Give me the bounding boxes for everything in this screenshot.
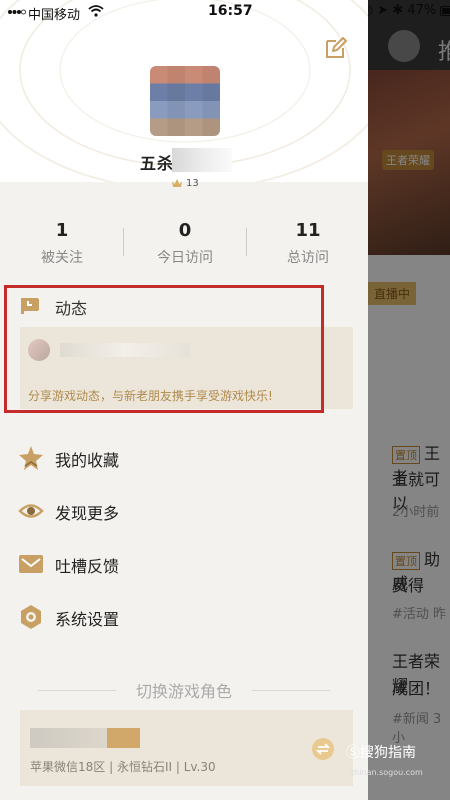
stat-label: 今日访问 [157, 250, 213, 266]
watermark: Ⓢ搜狗指南 [346, 742, 450, 766]
side-drawer: 中国移动 16:57 五杀 13 1 被关注 0 今日访问 11 总访问 动态 … [0, 0, 368, 800]
stat-value: 1 [55, 220, 69, 241]
watermark-text: 搜狗指南 [360, 745, 416, 761]
star-icon [19, 446, 43, 470]
clock-time: 16:57 [208, 3, 253, 19]
role-name-blur [30, 728, 140, 748]
level-number: 13 [186, 178, 199, 189]
stat-value: 0 [178, 220, 192, 241]
stat-followers[interactable]: 1 被关注 [12, 220, 112, 267]
menu-label: 系统设置 [55, 610, 120, 629]
carrier-name: 中国移动 [28, 8, 81, 23]
divider-right [252, 690, 330, 691]
menu-label: 吐槽反馈 [55, 557, 120, 576]
stat-divider [246, 228, 247, 256]
settings-icon [21, 605, 41, 629]
stat-divider [123, 228, 124, 256]
role-card[interactable]: 苹果微信18区 | 永恒钻石II | Lv.30 [20, 710, 353, 786]
swap-arrows-icon [315, 743, 331, 755]
avatar[interactable] [150, 66, 220, 136]
status-bar: 中国移动 16:57 [0, 0, 368, 24]
switch-icon[interactable] [312, 738, 334, 760]
menu-label: 我的收藏 [55, 451, 120, 470]
role-info: 苹果微信18区 | 永恒钻石II | Lv.30 [30, 760, 216, 774]
stat-value: 11 [295, 220, 321, 241]
stat-today-visits[interactable]: 0 今日访问 [135, 220, 235, 267]
stat-label: 总访问 [287, 250, 329, 266]
drawer-overlay-dim[interactable] [368, 0, 450, 800]
nickname-blur [172, 148, 232, 172]
stats-row: 1 被关注 0 今日访问 11 总访问 [0, 220, 368, 270]
menu-label: 发现更多 [55, 504, 120, 523]
wifi-icon [88, 5, 104, 17]
watermark-logo-icon: Ⓢ [346, 745, 360, 761]
stat-label: 被关注 [41, 250, 83, 266]
menu-item-discover[interactable]: 发现更多 [18, 496, 318, 526]
edit-icon[interactable] [324, 36, 348, 60]
eye-icon [18, 504, 44, 518]
level-badge: 13 [172, 178, 199, 189]
mail-icon [19, 555, 43, 573]
crown-icon [172, 179, 182, 187]
signal-icon [8, 9, 26, 15]
profile-header: 中国移动 16:57 五杀 13 [0, 0, 368, 195]
menu-item-settings[interactable]: 系统设置 [18, 602, 318, 632]
stat-total-visits[interactable]: 11 总访问 [258, 220, 358, 267]
menu-item-feedback[interactable]: 吐槽反馈 [18, 549, 318, 579]
menu-item-favorites[interactable]: 我的收藏 [18, 443, 318, 473]
highlight-box [4, 285, 324, 413]
watermark-url: zhinan.sogou.com [350, 768, 423, 777]
